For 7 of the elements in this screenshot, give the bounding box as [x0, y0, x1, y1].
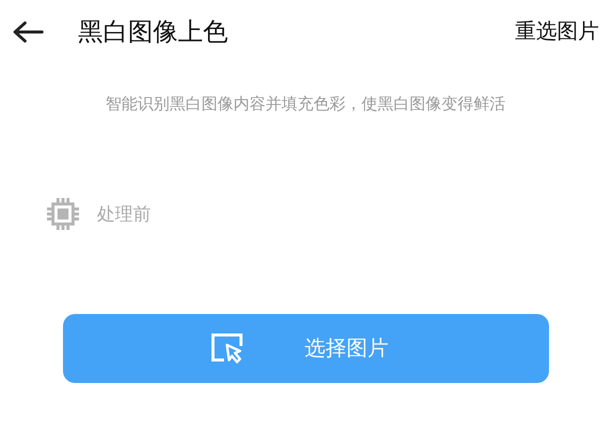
page-title: 黑白图像上色	[78, 16, 228, 48]
back-arrow-icon[interactable]	[12, 21, 44, 43]
cursor-frame-icon	[210, 332, 246, 366]
section-label: 处理前	[97, 202, 151, 226]
reselect-image-button[interactable]: 重选图片	[515, 16, 599, 48]
description-text: 智能识别黑白图像内容并填充色彩，使黑白图像变得鲜活	[106, 93, 506, 115]
chip-icon	[45, 196, 81, 232]
